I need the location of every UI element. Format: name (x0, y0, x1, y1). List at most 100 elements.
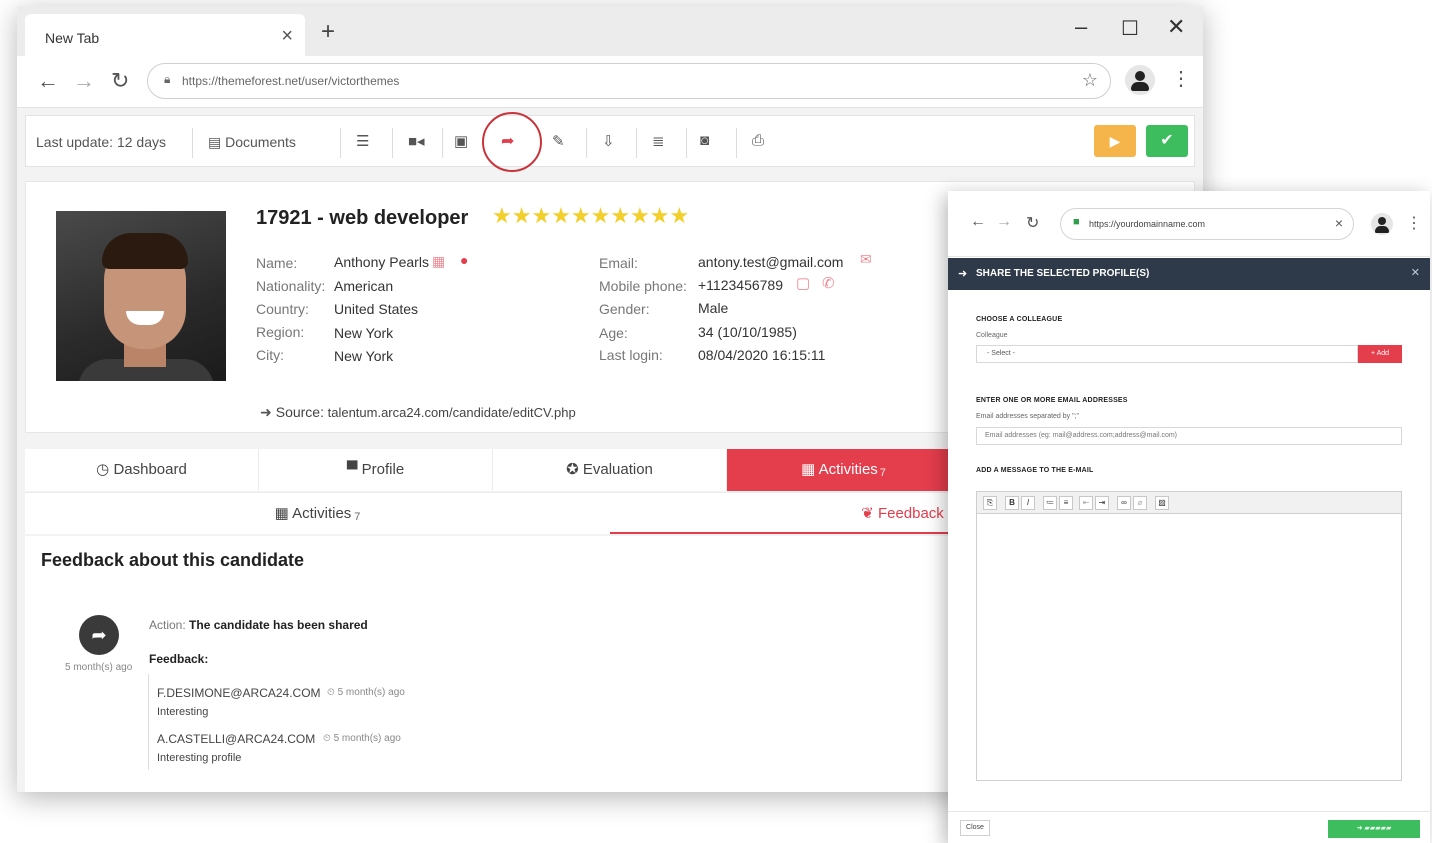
camera-icon[interactable]: ◙ (700, 132, 709, 149)
gender-value: Male (698, 300, 729, 316)
tab-title: New Tab (45, 30, 100, 46)
activities-icon: ▦ (274, 505, 289, 522)
email-addresses-input[interactable]: Email addresses (eg: mail@address.com;ad… (976, 427, 1402, 445)
form-icon[interactable]: ▣ (454, 132, 468, 150)
share-modal-header: ➜ SHARE THE SELECTED PROFILE(S) ✕ (948, 258, 1430, 290)
activities-count-badge: 7 (354, 511, 361, 523)
colleague-select[interactable]: - Select - (976, 345, 1358, 363)
tab-dashboard[interactable]: ◷ Dashboard (25, 449, 259, 491)
play-button[interactable]: ▶ (1094, 125, 1136, 157)
screenshot: New Tab × + – ☐ ✕ ← → ↻ 🔒︎ https://theme… (0, 0, 1432, 843)
user-avatar-icon[interactable] (1125, 65, 1155, 95)
video-icon[interactable]: ■◂ (408, 132, 425, 150)
reload-icon[interactable]: ↻ (1026, 213, 1039, 233)
italic-icon[interactable]: I (1021, 496, 1035, 510)
city-label: City: (256, 347, 284, 363)
country-label: Country: (256, 301, 309, 317)
back-arrow-icon[interactable]: ← (970, 213, 986, 231)
reload-icon[interactable]: ↻ (111, 68, 129, 94)
clear-url-icon[interactable]: × (1335, 215, 1343, 231)
kebab-menu-icon[interactable]: ⋮ (1171, 66, 1191, 91)
print-icon[interactable]: ⎙ (752, 132, 764, 149)
toolbar-divider (392, 128, 393, 158)
feedback-note: Interesting profile (157, 752, 242, 764)
rating-stars[interactable]: ★★★★★★★★★★ (492, 203, 689, 229)
forward-arrow-icon[interactable]: → (996, 213, 1012, 231)
share-selected-button[interactable]: ➜ ▰▰▰▰▰ (1328, 820, 1420, 838)
evaluation-icon: ✪ (566, 461, 579, 478)
outdent-icon[interactable]: ⇤ (1079, 496, 1093, 510)
browser-tab[interactable]: New Tab × (25, 14, 305, 56)
last-login-label: Last login: (599, 347, 663, 363)
bold-icon[interactable]: B (1005, 496, 1019, 510)
tab-profile[interactable]: ▀ Profile (259, 449, 493, 491)
minimize-icon[interactable]: – (1075, 14, 1087, 40)
window-close-icon[interactable]: ✕ (1167, 14, 1185, 40)
modal-close-icon[interactable]: ✕ (1411, 266, 1420, 279)
list-icon[interactable]: ☰ (356, 132, 369, 150)
last-update-text: Last update: 12 days (36, 134, 166, 150)
message-heading: ADD A MESSAGE TO THE E-MAIL (976, 467, 1094, 474)
bookmark-star-icon[interactable]: ☆ (1082, 70, 1098, 91)
kebab-menu-icon[interactable]: ⋮ (1406, 213, 1422, 233)
source-arrow-icon: ➜ (260, 404, 272, 420)
confirm-button[interactable]: ✔ (1146, 125, 1188, 157)
maximize-icon[interactable]: ☐ (1121, 16, 1139, 41)
clock-icon: ⏲ (327, 687, 335, 698)
tab-label: Feedback (877, 505, 944, 522)
image-icon[interactable]: ▨ (1155, 496, 1169, 510)
bullet-list-icon[interactable]: ≔ (1043, 496, 1057, 510)
feedback-icon: ❦ (861, 505, 874, 522)
candidate-photo (56, 211, 226, 381)
tab-activities[interactable]: ▦ Activities 7 (727, 449, 961, 491)
calendar-icon[interactable]: ▦ (432, 253, 445, 270)
user-avatar-icon[interactable] (1371, 213, 1393, 235)
new-tab-icon[interactable]: + (321, 18, 335, 46)
gender-label: Gender: (599, 301, 650, 317)
chat-bubble-icon[interactable]: ● (460, 252, 468, 268)
numbered-list-icon[interactable]: ≡ (1059, 496, 1073, 510)
feedback-label: Feedback: (149, 652, 209, 666)
phone-icon[interactable]: ✆ (822, 274, 835, 292)
popup-url-text: https://yourdomainname.com (1089, 219, 1206, 229)
add-colleague-button[interactable]: + Add (1358, 345, 1402, 363)
source-value[interactable]: talentum.arca24.com/candidate/editCV.php (328, 405, 576, 420)
paste-icon[interactable]: ⎘ (983, 496, 997, 510)
envelope-icon[interactable]: ✉ (860, 251, 872, 268)
source-line: ➜ Source: talentum.arca24.com/candidate/e… (260, 404, 576, 421)
back-arrow-icon[interactable]: ← (37, 68, 59, 94)
subtab-activities[interactable]: ▦ Activities 7 (25, 493, 610, 534)
lock-icon: ■ (1073, 216, 1080, 228)
dashboard-icon: ◷ (96, 461, 110, 478)
unlink-icon[interactable]: ⌀ (1133, 496, 1147, 510)
close-button[interactable]: Close (960, 820, 990, 836)
feedback-time: ⏲ 5 month(s) ago (323, 733, 401, 744)
email-label: Email: (599, 255, 638, 271)
clock-icon: ⏲ (323, 733, 331, 744)
documents-button[interactable]: ▤ Documents (208, 134, 296, 151)
activities-count-badge: 7 (879, 467, 886, 479)
tab-label: Activities (292, 505, 352, 522)
popup-url-input[interactable]: ■ https://yourdomainname.com × (1060, 208, 1354, 240)
phone-card-icon[interactable]: ▢ (796, 274, 810, 292)
candidate-toolbar: Last update: 12 days ▤ Documents ☰ ■◂ ▣ … (25, 112, 1195, 172)
documents-label: Documents (225, 134, 296, 150)
region-value: New York (334, 325, 394, 341)
feedback-time: ⏲ 5 month(s) ago (327, 687, 405, 698)
tab-close-icon[interactable]: × (281, 25, 293, 48)
share-icon[interactable]: ➦ (501, 131, 514, 151)
feedback-author: F.DESIMONE@ARCA24.COM (157, 686, 321, 700)
url-input[interactable]: 🔒︎ https://themeforest.net/user/victorth… (147, 63, 1111, 99)
export-icon[interactable]: ⇩ (602, 132, 615, 150)
email-value[interactable]: antony.test@gmail.com (698, 254, 843, 270)
link-icon[interactable]: ∞ (1117, 496, 1131, 510)
share-popup-window: ← → ↻ ■ https://yourdomainname.com × ⋮ ➜… (948, 191, 1430, 843)
forward-arrow-icon[interactable]: → (73, 68, 95, 94)
mobile-value[interactable]: +1123456789 (698, 277, 783, 293)
tab-evaluation[interactable]: ✪ Evaluation (493, 449, 727, 491)
archive-icon[interactable]: ≣ (652, 132, 665, 150)
indent-icon[interactable]: ⇥ (1095, 496, 1109, 510)
message-editor[interactable]: ⎘ B I ≔ ≡ ⇤ ⇥ ∞ ⌀ ▨ (976, 491, 1402, 781)
pencil-icon[interactable]: ✎ (552, 132, 565, 150)
country-value: United States (334, 301, 419, 317)
